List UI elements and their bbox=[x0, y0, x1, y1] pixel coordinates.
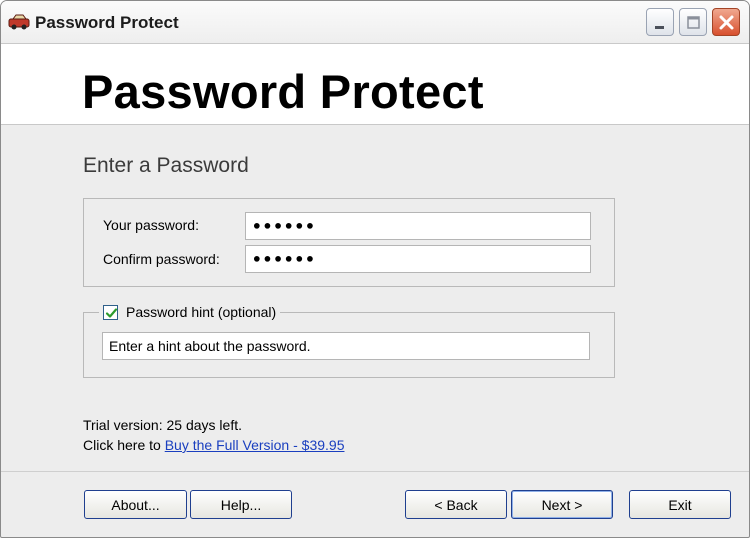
window-title: Password Protect bbox=[35, 13, 179, 32]
help-button[interactable]: Help... bbox=[190, 490, 292, 519]
close-button[interactable] bbox=[712, 8, 740, 36]
title-bar[interactable]: Password Protect bbox=[1, 1, 749, 44]
password-field[interactable] bbox=[245, 212, 591, 240]
trial-status: Trial version: 25 days left. bbox=[83, 417, 242, 433]
hint-checkbox[interactable] bbox=[103, 304, 118, 320]
hint-toggle[interactable]: Password hint (optional) bbox=[99, 301, 281, 323]
app-window: Password Protect Password Protect Enter … bbox=[0, 0, 750, 538]
header-banner: Password Protect bbox=[1, 44, 749, 125]
banner-title: Password Protect bbox=[82, 65, 484, 118]
next-button[interactable]: Next > bbox=[511, 490, 613, 519]
divider bbox=[1, 471, 749, 472]
hint-field[interactable] bbox=[102, 332, 590, 360]
about-button[interactable]: About... bbox=[84, 490, 187, 519]
confirm-password-label: Confirm password: bbox=[103, 251, 220, 267]
checkmark-icon bbox=[105, 307, 118, 318]
buy-prefix: Click here to bbox=[83, 437, 165, 453]
minimize-button[interactable] bbox=[646, 8, 674, 36]
close-icon bbox=[719, 15, 734, 30]
back-button[interactable]: < Back bbox=[405, 490, 507, 519]
minimize-icon bbox=[655, 26, 664, 29]
section-title: Enter a Password bbox=[83, 154, 249, 177]
maximize-icon bbox=[687, 16, 700, 29]
confirm-password-field[interactable] bbox=[245, 245, 591, 273]
exit-button[interactable]: Exit bbox=[629, 490, 731, 519]
password-label: Your password: bbox=[103, 217, 199, 233]
car-icon bbox=[8, 14, 30, 30]
maximize-button[interactable] bbox=[679, 8, 707, 36]
hint-checkbox-label: Password hint (optional) bbox=[126, 304, 277, 320]
buy-line: Click here to Buy the Full Version - $39… bbox=[83, 437, 344, 453]
buy-full-version-link[interactable]: Buy the Full Version - $39.95 bbox=[165, 437, 345, 453]
